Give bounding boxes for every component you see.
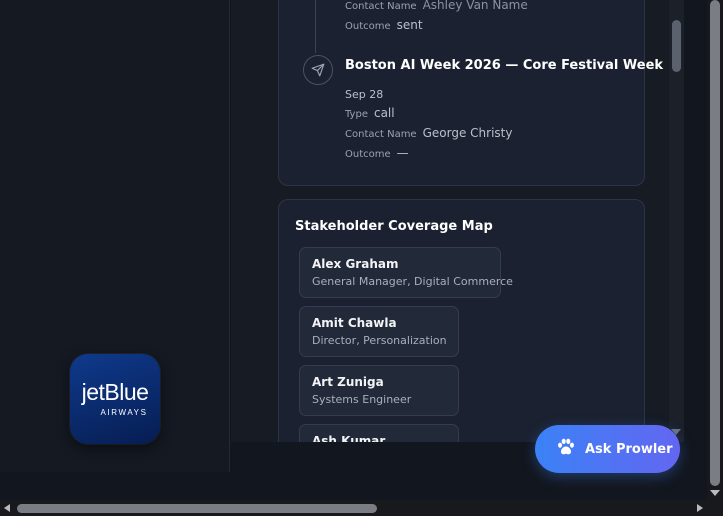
left-pane: jetBlue AIRWAYS bbox=[0, 0, 230, 472]
activity-contact-row: Contact Name George Christy bbox=[345, 126, 512, 140]
prev-outcome-row: Outcome sent bbox=[345, 18, 423, 32]
stakeholder-card[interactable]: Ash Kumar bbox=[299, 424, 459, 442]
activity-outcome-row: Outcome — bbox=[345, 146, 409, 160]
activity-title[interactable]: Boston AI Week 2026 — Core Festival Week bbox=[345, 58, 663, 73]
stakeholder-coverage-card: Stakeholder Coverage Map Alex Graham Gen… bbox=[278, 199, 645, 442]
prev-contact-label: Contact Name bbox=[345, 1, 417, 12]
stakeholder-card[interactable]: Amit Chawla Director, Personalization bbox=[299, 306, 459, 357]
prev-contact-value: Ashley Van Name bbox=[422, 0, 528, 12]
scroll-left-arrow-icon[interactable] bbox=[4, 504, 10, 512]
activity-contact-value: George Christy bbox=[422, 126, 513, 140]
company-logo: jetBlue AIRWAYS bbox=[70, 354, 160, 444]
ask-prowler-button[interactable]: Ask Prowler bbox=[535, 425, 680, 473]
timeline-connector bbox=[315, 0, 316, 53]
scroll-right-arrow-icon[interactable] bbox=[697, 504, 703, 512]
ask-prowler-label: Ask Prowler bbox=[585, 441, 673, 457]
content-scroll-area[interactable]: Contact Name Ashley Van Name Outcome sen… bbox=[231, 0, 669, 442]
stakeholder-name: Ash Kumar bbox=[312, 434, 386, 442]
stakeholder-name: Alex Graham bbox=[312, 257, 399, 271]
activity-type-value: call bbox=[373, 106, 395, 120]
paw-icon bbox=[555, 436, 577, 462]
prev-contact-row: Contact Name Ashley Van Name bbox=[345, 0, 528, 12]
send-icon bbox=[303, 55, 333, 85]
stakeholder-name: Art Zuniga bbox=[312, 375, 384, 389]
stakeholder-name: Amit Chawla bbox=[312, 316, 397, 330]
activity-timeline-card: Contact Name Ashley Van Name Outcome sen… bbox=[278, 0, 663, 186]
stakeholder-role: Director, Personalization bbox=[312, 334, 447, 347]
activity-outcome-value: — bbox=[396, 146, 409, 160]
horizontal-scrollbar-thumb[interactable] bbox=[17, 504, 377, 513]
inner-scrollbar-thumb[interactable] bbox=[672, 20, 681, 72]
prev-outcome-value: sent bbox=[396, 18, 423, 32]
page-scrollbar-thumb[interactable] bbox=[710, 0, 720, 486]
logo-wordmark: jetBlue bbox=[81, 379, 149, 405]
activity-type-row: Type call bbox=[345, 106, 395, 120]
activity-type-label: Type bbox=[345, 109, 368, 120]
page-scroll-down-arrow-icon[interactable] bbox=[710, 490, 720, 496]
stakeholder-role: Systems Engineer bbox=[312, 393, 412, 406]
scrollbar-corner bbox=[707, 500, 723, 516]
stakeholder-card[interactable]: Alex Graham General Manager, Digital Com… bbox=[299, 247, 513, 298]
activity-date: Sep 28 bbox=[345, 88, 384, 101]
prev-outcome-label: Outcome bbox=[345, 21, 391, 32]
activity-contact-label: Contact Name bbox=[345, 129, 417, 140]
stakeholder-card[interactable]: Art Zuniga Systems Engineer bbox=[299, 365, 459, 416]
logo-subtitle: AIRWAYS bbox=[100, 408, 148, 417]
stakeholder-map-title: Stakeholder Coverage Map bbox=[295, 219, 493, 234]
activity-outcome-label: Outcome bbox=[345, 149, 391, 160]
stakeholder-role: General Manager, Digital Commerce bbox=[312, 275, 513, 288]
